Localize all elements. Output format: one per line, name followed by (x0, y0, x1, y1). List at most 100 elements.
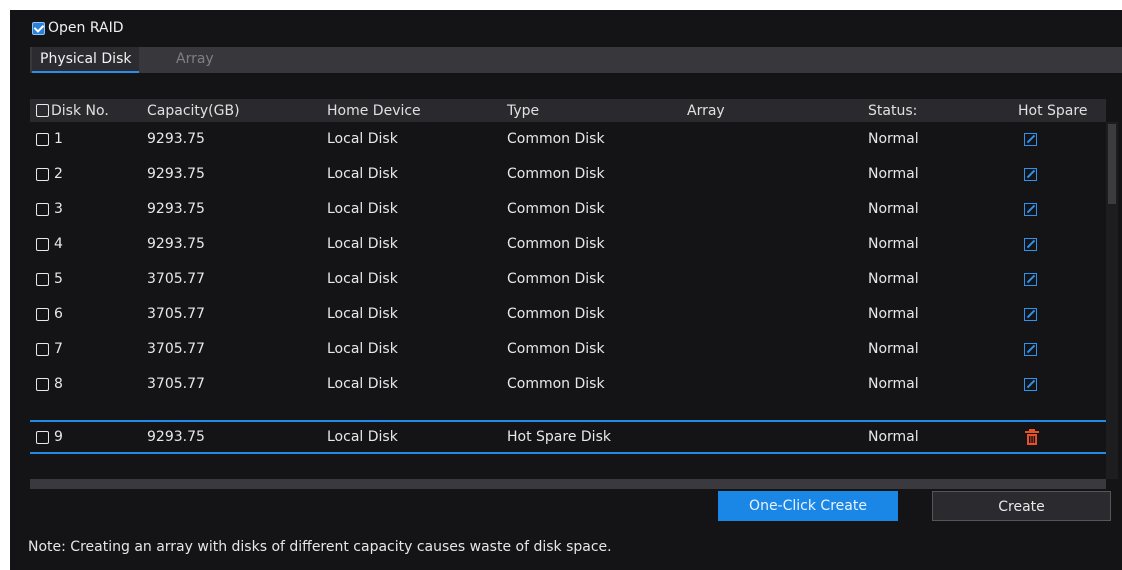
disk-no: 8 (54, 376, 63, 392)
disk-no-cell: 5 (36, 262, 63, 296)
vertical-scrollbar[interactable] (1106, 122, 1118, 479)
disk-type: Common Disk (507, 236, 605, 252)
disk-no: 5 (54, 271, 63, 287)
hot-spare-cell (1018, 122, 1037, 156)
row-checkbox[interactable] (36, 430, 49, 444)
home-device: Local Disk (327, 429, 398, 445)
table-row[interactable]: 5 3705.77 Local Disk Common Disk Normal (30, 262, 1106, 296)
hot-spare-cell (1018, 227, 1037, 261)
status: Normal (868, 376, 919, 392)
capacity: 9293.75 (147, 201, 205, 217)
tab-physical-disk[interactable]: Physical Disk (32, 47, 140, 73)
status: Normal (868, 166, 919, 182)
edit-icon[interactable] (1024, 237, 1037, 251)
table-row[interactable]: 1 9293.75 Local Disk Common Disk Normal (30, 122, 1106, 156)
capacity: 9293.75 (147, 236, 205, 252)
edit-icon[interactable] (1024, 272, 1037, 286)
table-row[interactable]: 7 3705.77 Local Disk Common Disk Normal (30, 332, 1106, 366)
home-device: Local Disk (327, 131, 398, 147)
table-row[interactable]: 2 9293.75 Local Disk Common Disk Normal (30, 157, 1106, 191)
hot-spare-cell (1018, 192, 1037, 226)
disk-type: Common Disk (507, 271, 605, 287)
row-checkbox[interactable] (36, 307, 49, 321)
disk-type: Common Disk (507, 131, 605, 147)
create-button[interactable]: Create (932, 491, 1111, 521)
capacity: 3705.77 (147, 271, 205, 287)
disk-type: Common Disk (507, 166, 605, 182)
trash-icon[interactable] (1024, 429, 1040, 445)
home-device: Local Disk (327, 201, 398, 217)
status: Normal (868, 131, 919, 147)
home-device: Local Disk (327, 376, 398, 392)
header-capacity: Capacity(GB) (147, 102, 240, 119)
open-raid-checkbox[interactable]: Open RAID (32, 18, 124, 38)
row-checkbox[interactable] (36, 237, 49, 251)
note-text: Note: Creating an array with disks of di… (28, 539, 612, 555)
open-raid-checkbox-box[interactable] (32, 21, 45, 35)
edit-icon[interactable] (1024, 342, 1037, 356)
row-checkbox[interactable] (36, 132, 49, 146)
tab-array[interactable]: Array (168, 47, 222, 71)
hot-spare-cell (1018, 262, 1037, 296)
table-row[interactable]: 9 9293.75 Local Disk Hot Spare Disk Norm… (30, 420, 1106, 454)
disk-type: Hot Spare Disk (507, 429, 611, 445)
disk-no-cell: 1 (36, 122, 63, 156)
vertical-scrollbar-thumb[interactable] (1108, 124, 1116, 204)
table-row[interactable]: 4 9293.75 Local Disk Common Disk Normal (30, 227, 1106, 261)
disk-no-cell: 7 (36, 332, 63, 366)
status: Normal (868, 271, 919, 287)
disk-no: 7 (54, 341, 63, 357)
disk-type: Common Disk (507, 341, 605, 357)
edit-icon[interactable] (1024, 167, 1037, 181)
header-disk-no-label: Disk No. (51, 102, 109, 119)
edit-icon[interactable] (1024, 202, 1037, 216)
disk-table: Disk No. Capacity(GB) Home Device Type A… (30, 99, 1106, 479)
capacity: 9293.75 (147, 429, 205, 445)
header-home-device: Home Device (327, 102, 421, 119)
select-all-checkbox[interactable] (36, 104, 49, 117)
row-checkbox[interactable] (36, 342, 49, 356)
one-click-create-button[interactable]: One-Click Create (718, 491, 898, 521)
home-device: Local Disk (327, 166, 398, 182)
row-checkbox[interactable] (36, 202, 49, 216)
disk-no-cell: 6 (36, 297, 63, 331)
disk-no: 9 (54, 429, 63, 445)
edit-icon[interactable] (1024, 377, 1037, 391)
hot-spare-cell (1018, 297, 1037, 331)
status: Normal (868, 306, 919, 322)
home-device: Local Disk (327, 271, 398, 287)
hot-spare-cell (1018, 422, 1040, 452)
edit-icon[interactable] (1024, 307, 1037, 321)
header-hot-spare: Hot Spare (1018, 102, 1088, 119)
table-row[interactable]: 8 3705.77 Local Disk Common Disk Normal (30, 367, 1106, 401)
status: Normal (868, 429, 919, 445)
disk-no-cell: 8 (36, 367, 63, 401)
capacity: 3705.77 (147, 376, 205, 392)
header-type: Type (507, 102, 540, 119)
disk-no-cell: 2 (36, 157, 63, 191)
horizontal-scrollbar[interactable] (30, 479, 1106, 489)
disk-no: 1 (54, 131, 63, 147)
open-raid-label: Open RAID (48, 20, 124, 36)
raid-panel: Open RAID Physical Disk Array Disk No. C… (10, 10, 1122, 570)
row-checkbox[interactable] (36, 167, 49, 181)
capacity: 9293.75 (147, 166, 205, 182)
hot-spare-cell (1018, 332, 1037, 366)
disk-type: Common Disk (507, 201, 605, 217)
home-device: Local Disk (327, 236, 398, 252)
table-row[interactable]: 3 9293.75 Local Disk Common Disk Normal (30, 192, 1106, 226)
table-row[interactable]: 6 3705.77 Local Disk Common Disk Normal (30, 297, 1106, 331)
row-checkbox[interactable] (36, 272, 49, 286)
hot-spare-cell (1018, 157, 1037, 191)
header-array: Array (687, 102, 725, 119)
row-checkbox[interactable] (36, 377, 49, 391)
edit-icon[interactable] (1024, 132, 1037, 146)
status: Normal (868, 236, 919, 252)
status: Normal (868, 201, 919, 217)
capacity: 9293.75 (147, 131, 205, 147)
disk-no: 3 (54, 201, 63, 217)
capacity: 3705.77 (147, 341, 205, 357)
disk-no-cell: 4 (36, 227, 63, 261)
header-disk-no: Disk No. (36, 99, 109, 122)
home-device: Local Disk (327, 341, 398, 357)
